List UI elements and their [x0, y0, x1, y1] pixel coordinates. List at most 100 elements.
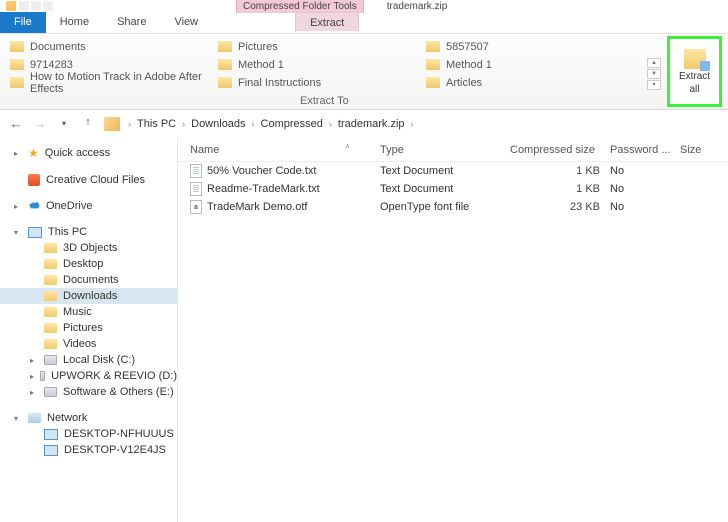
chevron-right-icon[interactable]: › — [411, 119, 414, 129]
extract-destination[interactable]: Articles — [424, 74, 624, 91]
breadcrumb-segment[interactable]: Compressed — [257, 116, 327, 132]
file-row[interactable]: aTradeMark Demo.otfOpenType font file23 … — [178, 198, 728, 216]
nav-drive[interactable]: Local Disk (C:) — [0, 352, 177, 368]
nav-label: OneDrive — [46, 200, 92, 212]
nav-folder[interactable]: Pictures — [0, 320, 177, 336]
chevron-right-icon[interactable]: › — [182, 119, 185, 129]
file-name: 50% Voucher Code.txt — [207, 165, 316, 177]
folder-icon — [44, 307, 57, 317]
col-type[interactable]: Type — [380, 144, 510, 156]
nav-quick-access[interactable]: ★ Quick access — [0, 144, 177, 162]
gallery-more-button[interactable]: ▾ — [647, 80, 661, 90]
nav-onedrive[interactable]: OneDrive — [0, 198, 177, 214]
folder-icon — [10, 59, 24, 70]
folder-icon — [218, 59, 232, 70]
cell-compressed-size: 1 KB — [510, 165, 610, 177]
ribbon: DocumentsPictures58575079714283Method 1M… — [0, 34, 728, 110]
chevron-right-icon[interactable] — [14, 149, 22, 158]
nav-folder[interactable]: Downloads — [0, 288, 177, 304]
extract-all-button[interactable]: Extract all — [667, 36, 722, 107]
gallery-down-button[interactable]: ▼ — [647, 69, 661, 79]
nav-computer[interactable]: DESKTOP-NFHUUUS — [0, 426, 177, 442]
nav-back-button[interactable]: ← — [8, 116, 24, 132]
nav-creative-cloud[interactable]: Creative Cloud Files — [0, 172, 177, 188]
tab-file[interactable]: File — [0, 12, 46, 33]
chevron-right-icon[interactable] — [30, 388, 38, 397]
chevron-right-icon[interactable]: › — [252, 119, 255, 129]
destination-label: How to Motion Track in Adobe After Effec… — [30, 71, 206, 95]
drive-icon — [40, 371, 45, 381]
tab-home[interactable]: Home — [46, 12, 103, 33]
col-name[interactable]: Name∧ — [190, 144, 380, 156]
nav-history-dropdown[interactable]: ▾ — [56, 116, 72, 132]
chevron-right-icon[interactable] — [14, 202, 22, 211]
gallery-up-button[interactable]: ▲ — [647, 58, 661, 68]
nav-folder[interactable]: Videos — [0, 336, 177, 352]
folder-icon — [426, 77, 440, 88]
nav-this-pc[interactable]: This PC — [0, 224, 177, 240]
extract-destination[interactable]: Pictures — [216, 38, 416, 55]
chevron-right-icon[interactable] — [30, 372, 34, 381]
col-size[interactable]: Size — [680, 144, 728, 156]
destination-label: Final Instructions — [238, 77, 321, 89]
cell-compressed-size: 1 KB — [510, 183, 610, 195]
cell-password: No — [610, 183, 680, 195]
extract-destination[interactable]: How to Motion Track in Adobe After Effec… — [8, 74, 208, 91]
cell-type: OpenType font file — [380, 201, 510, 213]
nav-label: Documents — [63, 274, 119, 286]
nav-label: Desktop — [63, 258, 103, 270]
qat-dropdown[interactable] — [43, 1, 53, 11]
chevron-down-icon[interactable] — [14, 228, 22, 237]
destination-label: Pictures — [238, 41, 278, 53]
breadcrumb-segment[interactable]: This PC — [133, 116, 180, 132]
nav-up-button[interactable]: ↑ — [80, 116, 96, 132]
folder-icon — [218, 77, 232, 88]
file-list: Name∧ Type Compressed size Password ... … — [178, 138, 728, 522]
nav-label: Downloads — [63, 290, 117, 302]
breadcrumb-segment[interactable]: trademark.zip — [334, 116, 409, 132]
nav-label: Network — [47, 412, 87, 424]
tab-share[interactable]: Share — [103, 12, 160, 33]
extract-destination[interactable]: Final Instructions — [216, 74, 416, 91]
file-row[interactable]: Readme-TradeMark.txtText Document1 KBNo — [178, 180, 728, 198]
ribbon-tabs: File Home Share View Extract — [0, 12, 728, 34]
breadcrumb-segment[interactable]: Downloads — [187, 116, 249, 132]
qat-btn[interactable] — [31, 1, 41, 11]
cell-name: Readme-TradeMark.txt — [190, 182, 380, 196]
tab-view[interactable]: View — [160, 12, 212, 33]
chevron-right-icon[interactable]: › — [329, 119, 332, 129]
extract-destination[interactable]: Documents — [8, 38, 208, 55]
col-compressed-size[interactable]: Compressed size — [510, 144, 610, 156]
nav-network[interactable]: Network — [0, 410, 177, 426]
col-password[interactable]: Password ... — [610, 144, 680, 156]
extract-all-label-1: Extract — [679, 71, 710, 82]
chevron-right-icon[interactable] — [30, 356, 38, 365]
folder-icon — [44, 259, 57, 269]
nav-folder[interactable]: 3D Objects — [0, 240, 177, 256]
nav-folder[interactable]: Documents — [0, 272, 177, 288]
tab-extract[interactable]: Extract — [295, 12, 359, 33]
chevron-down-icon[interactable] — [14, 414, 22, 423]
nav-drive[interactable]: UPWORK & REEVIO (D:) — [0, 368, 177, 384]
extract-destination[interactable]: 5857507 — [424, 38, 624, 55]
nav-drive[interactable]: Software & Others (E:) — [0, 384, 177, 400]
ribbon-group-label: Extract To — [300, 95, 349, 107]
text-file-icon — [190, 182, 202, 196]
nav-label: Music — [63, 306, 92, 318]
address-bar: ← → ▾ ↑ ›This PC›Downloads›Compressed›tr… — [0, 110, 728, 138]
nav-computer[interactable]: DESKTOP-V12E4JS — [0, 442, 177, 458]
nav-label: DESKTOP-V12E4JS — [64, 444, 166, 456]
cell-type: Text Document — [380, 165, 510, 177]
qat-btn[interactable] — [19, 1, 29, 11]
chevron-right-icon[interactable]: › — [128, 119, 131, 129]
nav-label: Pictures — [63, 322, 103, 334]
location-icon[interactable] — [104, 117, 120, 131]
extract-destination[interactable]: Method 1 — [216, 56, 416, 73]
star-icon: ★ — [28, 146, 39, 160]
drive-icon — [44, 387, 57, 397]
extract-destination[interactable]: Method 1 — [424, 56, 624, 73]
file-row[interactable]: 50% Voucher Code.txtText Document1 KBNo — [178, 162, 728, 180]
nav-folder[interactable]: Desktop — [0, 256, 177, 272]
navigation-pane: ★ Quick access Creative Cloud Files OneD… — [0, 138, 178, 522]
nav-folder[interactable]: Music — [0, 304, 177, 320]
